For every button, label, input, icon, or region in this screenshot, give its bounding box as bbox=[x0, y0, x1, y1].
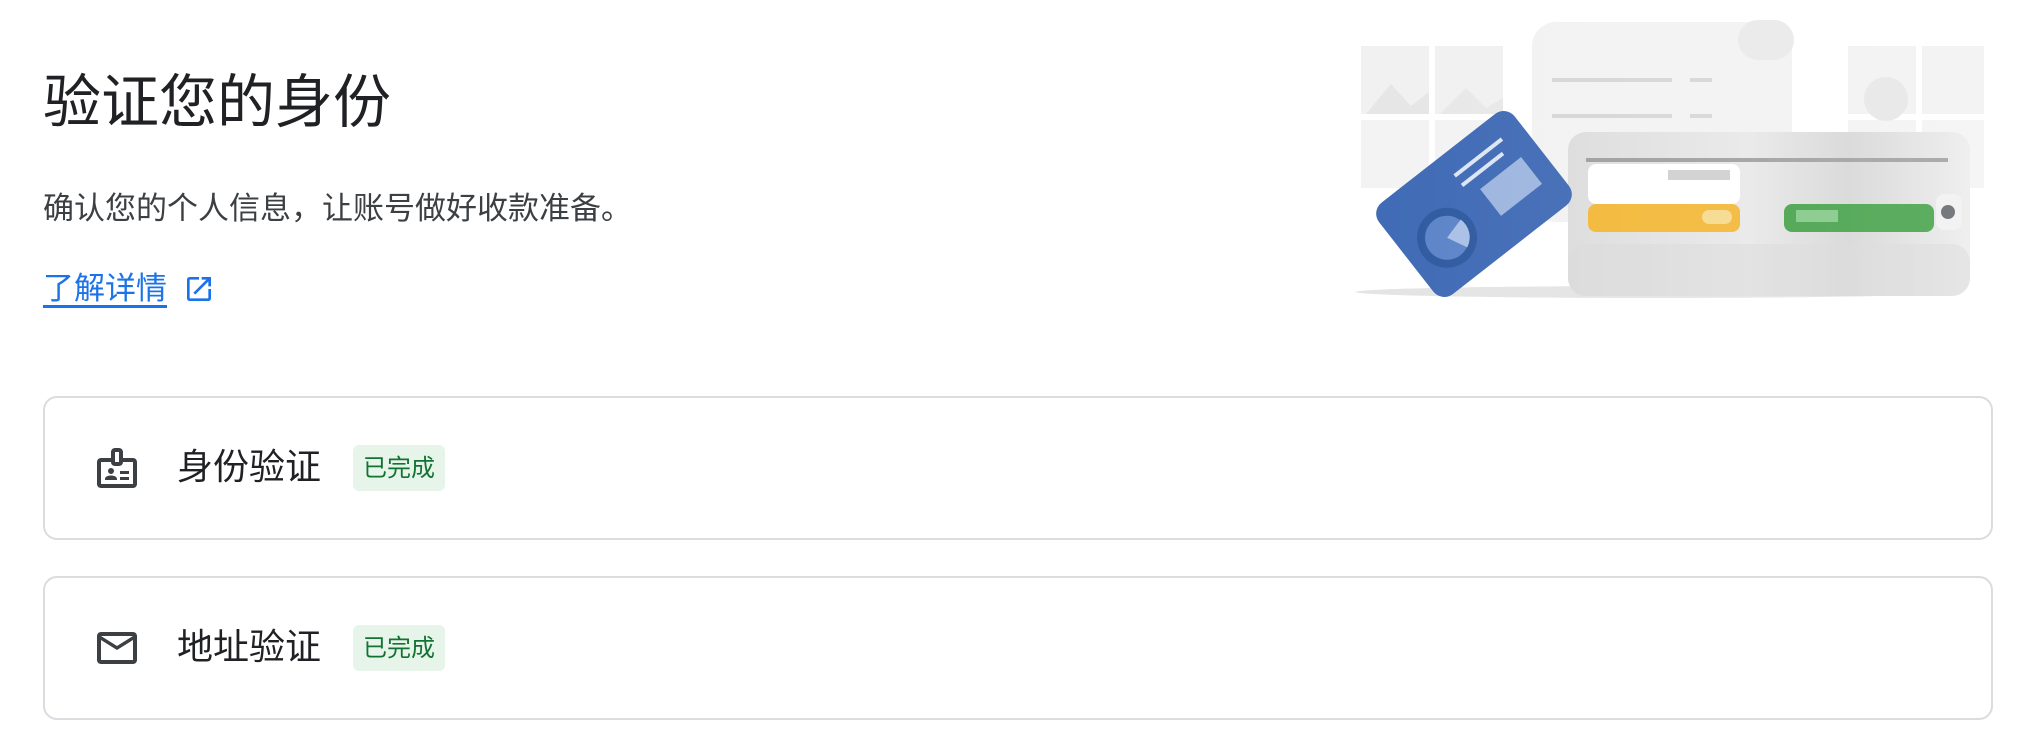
address-verification-card[interactable]: 地址验证 已完成 bbox=[43, 576, 1993, 720]
learn-more-label: 了解详情 bbox=[43, 271, 167, 307]
open-in-new-icon bbox=[187, 277, 211, 301]
page-subtitle: 确认您的个人信息，让账号做好收款准备。 bbox=[43, 191, 632, 227]
status-badge: 已完成 bbox=[353, 625, 446, 671]
id-badge-icon bbox=[97, 448, 137, 488]
identity-verification-card[interactable]: 身份验证 已完成 bbox=[43, 396, 1993, 540]
page-title: 验证您的身份 bbox=[43, 68, 392, 136]
status-badge: 已完成 bbox=[353, 445, 446, 491]
mail-icon bbox=[97, 632, 137, 664]
learn-more-link[interactable]: 了解详情 bbox=[43, 266, 215, 312]
verify-identity-page: 验证您的身份 确认您的个人信息，让账号做好收款准备。 了解详情 身份验证 已完成… bbox=[0, 0, 2024, 750]
address-verification-label: 地址验证 bbox=[177, 627, 322, 668]
page-header: 验证您的身份 确认您的个人信息，让账号做好收款准备。 了解详情 bbox=[43, 0, 1293, 360]
identity-verification-label: 身份验证 bbox=[177, 447, 322, 488]
wallet-id-illustration bbox=[1356, 14, 1988, 304]
